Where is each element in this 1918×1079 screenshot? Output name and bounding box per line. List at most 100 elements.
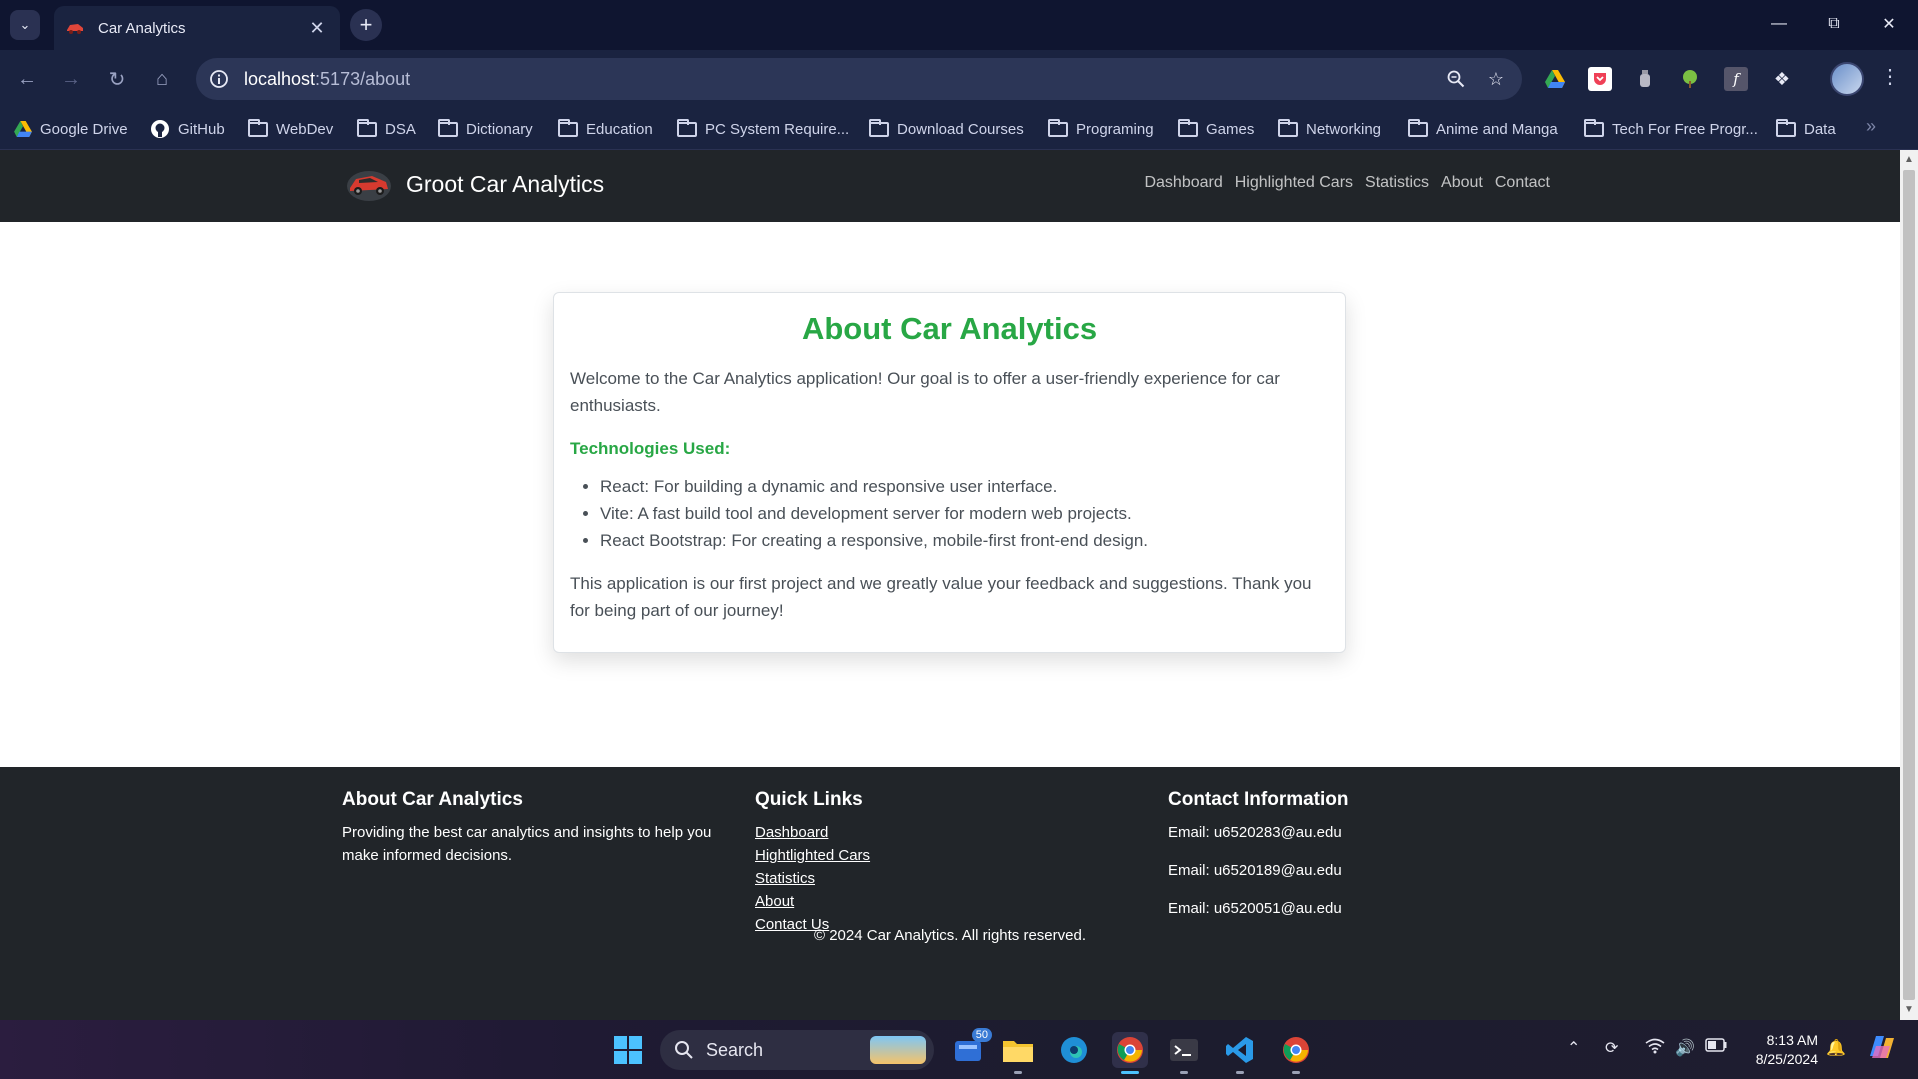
chrome-profile-icon[interactable] xyxy=(1278,1032,1314,1074)
footer-email: Email: u6520189@au.edu xyxy=(1168,862,1342,879)
scroll-up-arrow-icon[interactable]: ▲ xyxy=(1904,154,1914,165)
site-footer: About Car Analytics Providing the best c… xyxy=(0,767,1900,1020)
sync-icon[interactable]: ⟳ xyxy=(1605,1038,1618,1058)
chrome-browser-icon[interactable] xyxy=(1112,1032,1148,1074)
brand-link[interactable]: Groot Car Analytics xyxy=(346,164,604,204)
site-nav-links: Dashboard Highlighted Cars Statistics Ab… xyxy=(1144,174,1550,192)
taskbar-clock[interactable]: 8:13 AM 8/25/2024 xyxy=(1742,1031,1818,1069)
browser-tab-active[interactable]: Car Analytics ✕ xyxy=(54,6,340,50)
technologies-heading: Technologies Used: xyxy=(570,439,731,458)
folder-icon xyxy=(558,118,578,137)
address-bar[interactable]: localhost:5173/about ☆ xyxy=(196,58,1522,100)
page-viewport: Groot Car Analytics Dashboard Highlighte… xyxy=(0,150,1900,1020)
folder-icon xyxy=(1584,118,1604,137)
volume-icon[interactable]: 🔊 xyxy=(1675,1038,1695,1058)
bookmark-dictionary[interactable]: Dictionary xyxy=(438,116,533,142)
battery-icon[interactable] xyxy=(1705,1038,1727,1057)
font-extension-icon[interactable]: f xyxy=(1724,67,1748,91)
profile-avatar[interactable] xyxy=(1830,62,1864,96)
bookmark-pc-system[interactable]: PC System Require... xyxy=(677,116,849,142)
footer-email: Email: u6520051@au.edu xyxy=(1168,900,1342,917)
footer-link-about[interactable]: About xyxy=(755,890,870,913)
bookmark-networking[interactable]: Networking xyxy=(1278,116,1381,142)
google-drive-extension-icon[interactable] xyxy=(1543,67,1567,91)
tab-search-chevron-icon[interactable]: ⌄ xyxy=(10,10,40,40)
footer-email: Email: u6520283@au.edu xyxy=(1168,824,1342,841)
bookmark-anime-manga[interactable]: Anime and Manga xyxy=(1408,116,1558,142)
browser-tabstrip: ⌄ Car Analytics ✕ + — ⧉ ✕ xyxy=(0,0,1918,50)
start-windows-icon[interactable] xyxy=(610,1032,646,1068)
search-highlight-image xyxy=(870,1036,926,1064)
bookmark-label: Anime and Manga xyxy=(1436,120,1558,138)
running-indicator xyxy=(1236,1071,1244,1074)
copilot-icon[interactable] xyxy=(1866,1032,1898,1067)
bookmark-download-courses[interactable]: Download Courses xyxy=(869,116,1024,142)
nav-link-contact[interactable]: Contact xyxy=(1495,174,1550,192)
footer-link-statistics[interactable]: Statistics xyxy=(755,867,870,890)
terminal-icon[interactable] xyxy=(1166,1032,1202,1074)
extension-bottle-icon[interactable] xyxy=(1633,67,1657,91)
running-indicator xyxy=(1121,1071,1139,1074)
bookmark-programing[interactable]: Programing xyxy=(1048,116,1154,142)
extensions-puzzle-icon[interactable]: ❖ xyxy=(1770,67,1794,91)
bookmark-google-drive[interactable]: Google Drive xyxy=(14,116,128,142)
edge-browser-icon[interactable] xyxy=(1056,1032,1092,1068)
mail-badge: 50 xyxy=(971,1028,992,1042)
back-arrow-icon[interactable]: ← xyxy=(10,62,44,96)
nav-link-highlighted-cars[interactable]: Highlighted Cars xyxy=(1235,174,1353,192)
technology-item: React: For building a dynamic and respon… xyxy=(600,473,1329,500)
tab-close-icon[interactable]: ✕ xyxy=(306,18,328,39)
bookmarks-overflow-chevron-icon[interactable]: » xyxy=(1866,116,1876,137)
show-hidden-icons-chevron-icon[interactable]: ⌃ xyxy=(1567,1038,1580,1058)
bookmark-games[interactable]: Games xyxy=(1178,116,1254,142)
footer-link-dashboard[interactable]: Dashboard xyxy=(755,821,870,844)
about-title: About Car Analytics xyxy=(801,311,1098,346)
zoom-icon[interactable] xyxy=(1436,59,1476,99)
nav-link-about[interactable]: About xyxy=(1441,174,1483,192)
pocket-extension-icon[interactable] xyxy=(1588,67,1612,91)
page-scrollbar[interactable]: ▲ ▼ xyxy=(1900,150,1918,1020)
nav-link-dashboard[interactable]: Dashboard xyxy=(1144,174,1222,192)
nav-link-statistics[interactable]: Statistics xyxy=(1365,174,1429,192)
scroll-down-arrow-icon[interactable]: ▼ xyxy=(1904,1004,1914,1015)
minimize-window-icon[interactable]: — xyxy=(1756,8,1802,40)
bookmark-github[interactable]: GitHub xyxy=(150,116,225,142)
bookmark-tech-for-free[interactable]: Tech For Free Progr... xyxy=(1584,116,1758,142)
footer-about-column: About Car Analytics Providing the best c… xyxy=(342,789,722,867)
bookmark-label: Tech For Free Progr... xyxy=(1612,120,1758,138)
bookmark-data[interactable]: Data xyxy=(1776,116,1836,142)
folder-icon xyxy=(357,118,377,137)
restore-window-icon[interactable]: ⧉ xyxy=(1811,8,1857,40)
technology-item: React Bootstrap: For creating a responsi… xyxy=(600,527,1329,554)
folder-icon xyxy=(438,118,458,137)
file-explorer-icon[interactable] xyxy=(1000,1032,1036,1074)
vscode-icon[interactable] xyxy=(1222,1032,1258,1074)
reload-icon[interactable]: ↻ xyxy=(100,62,134,96)
widgets-mail-icon[interactable]: 50 xyxy=(950,1028,992,1068)
footer-contact-heading: Contact Information xyxy=(1168,789,1349,810)
url-host: localhost xyxy=(244,68,316,89)
new-tab-button[interactable]: + xyxy=(350,9,382,41)
forward-arrow-icon[interactable]: → xyxy=(54,62,88,96)
about-card: About Car Analytics Welcome to the Car A… xyxy=(553,292,1346,653)
folder-icon xyxy=(677,118,697,137)
wifi-icon[interactable] xyxy=(1645,1038,1665,1059)
bookmark-dsa[interactable]: DSA xyxy=(357,116,416,142)
taskbar-search-box[interactable]: Search xyxy=(660,1030,934,1070)
footer-link-highlighted-cars[interactable]: Hightlighted Cars xyxy=(755,844,870,867)
search-icon xyxy=(675,1041,693,1059)
url-path: :5173/about xyxy=(315,68,411,89)
tree-extension-icon[interactable] xyxy=(1678,67,1702,91)
close-window-icon[interactable]: ✕ xyxy=(1866,8,1912,40)
bookmark-star-icon[interactable]: ☆ xyxy=(1476,59,1516,99)
notification-bell-icon[interactable]: 🔔 xyxy=(1826,1038,1846,1058)
github-icon xyxy=(151,120,169,138)
bookmark-education[interactable]: Education xyxy=(558,116,653,142)
site-info-icon[interactable] xyxy=(206,66,232,92)
windows-taskbar: Search 50 ⌃ ⟳ 🔊 8:13 AM 8/25/2024 🔔 xyxy=(0,1020,1918,1079)
bookmark-webdev[interactable]: WebDev xyxy=(248,116,333,142)
scrollbar-thumb[interactable] xyxy=(1903,170,1915,1000)
folder-icon xyxy=(1048,118,1068,137)
browser-menu-icon[interactable]: ⋮ xyxy=(1880,64,1900,89)
home-icon[interactable]: ⌂ xyxy=(145,62,179,96)
